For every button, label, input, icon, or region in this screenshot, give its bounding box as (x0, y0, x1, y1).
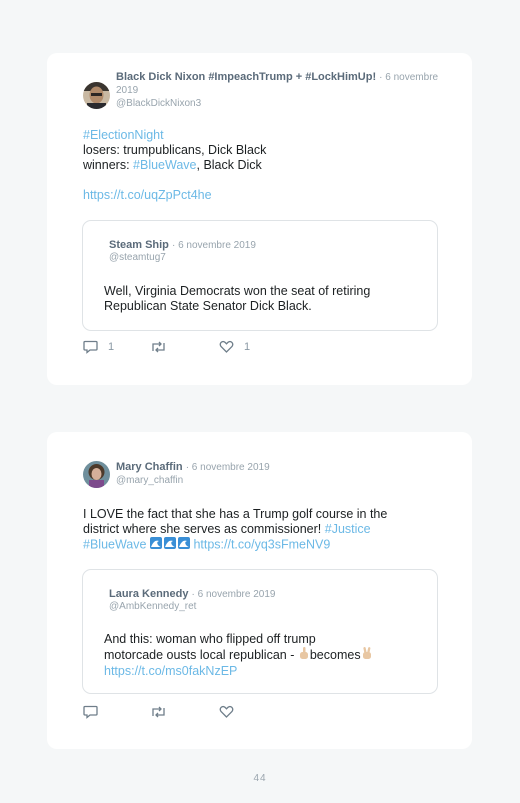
retweet-icon (152, 341, 165, 353)
page-number: 44 (253, 773, 267, 784)
hashtag-link[interactable]: #ElectionNight (83, 128, 164, 142)
tweet-author: Mary Chaffin · 6 novembre 2019 @mary_cha… (116, 461, 448, 487)
like-button[interactable]: 1 (219, 340, 250, 353)
avatar-image (83, 82, 110, 109)
retweet-button[interactable] (150, 340, 167, 354)
hashtag-link[interactable]: #Justice (325, 522, 371, 536)
url-link[interactable]: https://t.co/ms0fakNzEP (104, 664, 237, 678)
quoted-date[interactable]: · 6 novembre 2019 (192, 589, 276, 600)
tweet-date[interactable]: · 6 novembre 2019 (186, 462, 270, 473)
tweet-text: #ElectionNight losers: trumpublicans, Di… (83, 128, 442, 203)
reply-button[interactable]: 1 (83, 340, 114, 354)
heart-icon (219, 705, 234, 718)
url-link[interactable]: https://t.co/yq3sFmeNV9 (193, 537, 330, 551)
tweet-actions (83, 705, 443, 721)
tweet-line-prefix: winners: (83, 158, 134, 172)
author-handle[interactable]: @BlackDickNixon3 (116, 97, 448, 110)
quoted-text-prefix: And this: woman who flipped off trump mo… (104, 632, 316, 662)
author-handle[interactable]: @mary_chaffin (116, 474, 448, 487)
hashtag-link[interactable]: #BlueWave (83, 537, 146, 551)
quoted-author: Laura Kennedy · 6 novembre 2019 @AmbKenn… (109, 588, 427, 613)
author-name[interactable]: Black Dick Nixon #ImpeachTrump + #LockHi… (116, 71, 376, 83)
quoted-date[interactable]: · 6 novembre 2019 (172, 240, 256, 251)
quoted-text: Well, Virginia Democrats won the seat of… (104, 284, 371, 313)
middle-finger-emoji-icon (298, 647, 310, 664)
quoted-handle[interactable]: @AmbKennedy_ret (109, 601, 427, 613)
victory-hand-emoji-icon (361, 647, 373, 664)
quoted-handle[interactable]: @steamtug7 (109, 252, 427, 264)
reply-button[interactable] (83, 705, 98, 719)
tweet-line-suffix: , Black Dick (196, 158, 262, 172)
quoted-tweet[interactable]: Laura Kennedy · 6 novembre 2019 @AmbKenn… (82, 569, 438, 694)
tweet-text: I LOVE the fact that she has a Trump gol… (83, 507, 417, 553)
quoted-tweet[interactable]: Steam Ship · 6 novembre 2019 @steamtug7 … (82, 220, 438, 331)
quoted-author: Steam Ship · 6 novembre 2019 @steamtug7 (109, 239, 427, 264)
heart-icon (219, 340, 234, 353)
quoted-text-middle: becomes (309, 647, 361, 662)
reply-icon (83, 340, 98, 354)
retweet-button[interactable] (150, 705, 167, 719)
avatar-image (83, 461, 110, 488)
quoted-author-name[interactable]: Steam Ship (109, 239, 169, 251)
quoted-author-name[interactable]: Laura Kennedy (109, 588, 188, 600)
avatar[interactable] (83, 461, 110, 488)
tweet-author: Black Dick Nixon #ImpeachTrump + #LockHi… (116, 71, 448, 110)
tweet-line: losers: trumpublicans, Dick Black (83, 143, 267, 157)
avatar[interactable] (83, 82, 110, 109)
reply-count: 1 (108, 341, 115, 353)
hashtag-link[interactable]: #BlueWave (133, 158, 196, 172)
tweet-actions: 1 1 (83, 340, 443, 356)
tweet-card: Black Dick Nixon #ImpeachTrump + #LockHi… (47, 53, 472, 385)
like-count: 1 (244, 340, 251, 353)
wave-emoji-icon (149, 537, 190, 553)
quoted-text: And this: woman who flipped off trump mo… (104, 632, 377, 679)
like-button[interactable] (219, 705, 234, 718)
tweet-card: Mary Chaffin · 6 novembre 2019 @mary_cha… (47, 432, 472, 749)
author-name[interactable]: Mary Chaffin (116, 461, 183, 473)
reply-icon (83, 705, 98, 719)
url-link[interactable]: https://t.co/uqZpPct4he (83, 188, 212, 202)
retweet-icon (152, 706, 165, 718)
